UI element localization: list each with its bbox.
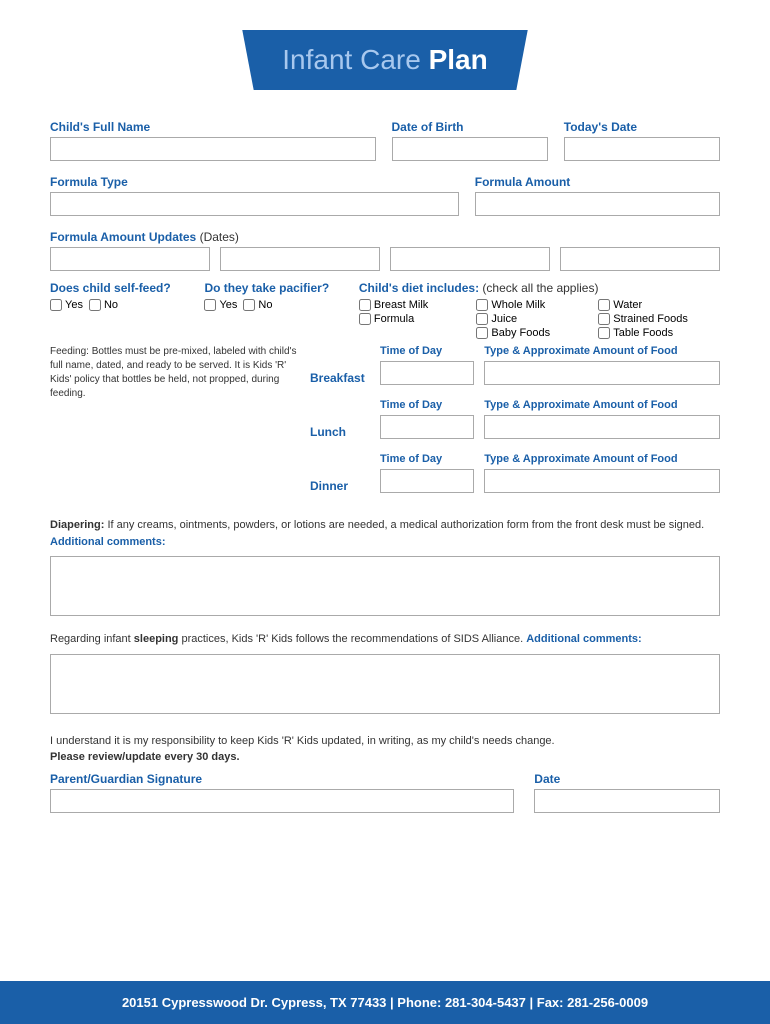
self-feed-yes[interactable]: Yes xyxy=(50,299,83,311)
parent-signature-label: Parent/Guardian Signature xyxy=(50,772,514,786)
pacifier-yes[interactable]: Yes xyxy=(204,299,237,311)
diet-strained-foods[interactable]: Strained Foods xyxy=(598,313,720,325)
footer: 20151 Cypresswood Dr. Cypress, TX 77433 … xyxy=(0,981,770,1024)
time-of-day-header-breakfast: Time of Day xyxy=(380,345,474,357)
breakfast-food-input[interactable] xyxy=(484,361,720,385)
diet-label: Child's diet includes: (check all the ap… xyxy=(359,281,720,295)
self-feed-no-checkbox[interactable] xyxy=(89,299,101,311)
lunch-label: Lunch xyxy=(310,425,370,439)
formula-type-input[interactable] xyxy=(50,192,459,216)
diet-strained-foods-checkbox[interactable] xyxy=(598,313,610,325)
diet-table-foods-checkbox[interactable] xyxy=(598,327,610,339)
feeding-note: Feeding: Bottles must be pre-mixed, labe… xyxy=(50,345,300,401)
sleeping-additional-link: Additional comments: xyxy=(526,633,642,645)
sleeping-comments-textarea[interactable] xyxy=(50,654,720,714)
diet-water[interactable]: Water xyxy=(598,299,720,311)
title-box: Infant Care Plan xyxy=(242,30,527,90)
diet-whole-milk-checkbox[interactable] xyxy=(476,299,488,311)
title-light: Infant Care xyxy=(282,44,428,75)
pacifier-no[interactable]: No xyxy=(243,299,272,311)
formula-update-date-2[interactable] xyxy=(220,247,380,271)
dinner-label: Dinner xyxy=(310,479,370,493)
self-feed-label: Does child self-feed? xyxy=(50,281,194,295)
breakfast-label: Breakfast xyxy=(310,371,370,385)
diet-whole-milk[interactable]: Whole Milk xyxy=(476,299,582,311)
todays-date-label: Today's Date xyxy=(564,120,720,134)
dinner-time-input[interactable] xyxy=(380,469,474,493)
diet-breast-milk[interactable]: Breast Milk xyxy=(359,299,461,311)
pacifier-label: Do they take pacifier? xyxy=(204,281,348,295)
dinner-food-input[interactable] xyxy=(484,469,720,493)
lunch-time-input[interactable] xyxy=(380,415,474,439)
food-type-header-dinner: Type & Approximate Amount of Food xyxy=(484,453,720,465)
parent-signature-input[interactable] xyxy=(50,789,514,813)
formula-update-date-1[interactable] xyxy=(50,247,210,271)
time-of-day-header-dinner: Time of Day xyxy=(380,453,474,465)
formula-amount-label: Formula Amount xyxy=(475,175,720,189)
pacifier-yes-label: Yes xyxy=(219,299,237,311)
child-full-name-label: Child's Full Name xyxy=(50,120,376,134)
diet-juice-checkbox[interactable] xyxy=(476,313,488,325)
lunch-food-input[interactable] xyxy=(484,415,720,439)
sleeping-note: Regarding infant sleeping practices, Kid… xyxy=(50,631,720,648)
formula-amount-updates-label: Formula Amount Updates (Dates) xyxy=(50,230,720,244)
diet-juice[interactable]: Juice xyxy=(476,313,582,325)
diet-water-checkbox[interactable] xyxy=(598,299,610,311)
formula-update-date-4[interactable] xyxy=(560,247,720,271)
diet-checkboxes: Breast Milk Whole Milk Water Formula Jui… xyxy=(359,299,720,339)
self-feed-yes-label: Yes xyxy=(65,299,83,311)
diet-baby-foods[interactable]: Baby Foods xyxy=(476,327,582,339)
date-signature-label: Date xyxy=(534,772,720,786)
todays-date-input[interactable] xyxy=(564,137,720,161)
food-type-header-lunch: Type & Approximate Amount of Food xyxy=(484,399,720,411)
diet-baby-foods-checkbox[interactable] xyxy=(476,327,488,339)
formula-update-date-3[interactable] xyxy=(390,247,550,271)
title-bold: Plan xyxy=(429,44,488,75)
pacifier-yes-checkbox[interactable] xyxy=(204,299,216,311)
pacifier-no-checkbox[interactable] xyxy=(243,299,255,311)
date-signature-input[interactable] xyxy=(534,789,720,813)
responsibility-text: I understand it is my responsibility to … xyxy=(50,733,720,766)
diet-formula[interactable]: Formula xyxy=(359,313,461,325)
self-feed-no[interactable]: No xyxy=(89,299,118,311)
self-feed-no-label: No xyxy=(104,299,118,311)
diet-breast-milk-checkbox[interactable] xyxy=(359,299,371,311)
diapering-note: Diapering: If any creams, ointments, pow… xyxy=(50,517,720,550)
time-of-day-header-lunch: Time of Day xyxy=(380,399,474,411)
pacifier-no-label: No xyxy=(258,299,272,311)
diet-formula-checkbox[interactable] xyxy=(359,313,371,325)
formula-type-label: Formula Type xyxy=(50,175,459,189)
date-of-birth-input[interactable] xyxy=(392,137,548,161)
diapering-additional-link: Additional comments: xyxy=(50,536,166,548)
self-feed-yes-checkbox[interactable] xyxy=(50,299,62,311)
breakfast-time-input[interactable] xyxy=(380,361,474,385)
date-of-birth-label: Date of Birth xyxy=(392,120,548,134)
food-type-header-breakfast: Type & Approximate Amount of Food xyxy=(484,345,720,357)
child-full-name-input[interactable] xyxy=(50,137,376,161)
diet-table-foods[interactable]: Table Foods xyxy=(598,327,720,339)
diapering-comments-textarea[interactable] xyxy=(50,556,720,616)
formula-amount-input[interactable] xyxy=(475,192,720,216)
